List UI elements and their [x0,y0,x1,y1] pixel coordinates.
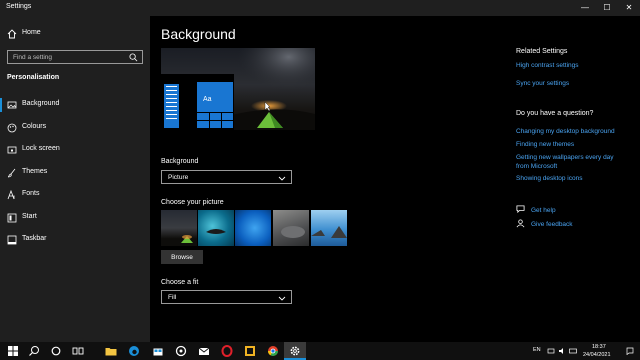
sidebar-item-colours[interactable]: Colours [0,118,150,138]
fit-dropdown-value: Fill [168,294,177,301]
minimize-button[interactable]: — [574,0,596,16]
start-icon [7,213,17,223]
fit-dropdown[interactable]: Fill [161,290,292,304]
background-dropdown-value: Picture [168,174,189,181]
home-icon [7,29,17,39]
app-icon[interactable] [174,344,188,358]
lock-screen-icon [7,146,17,154]
sidebar-item-label: Fonts [22,190,40,197]
palette-icon [7,123,17,133]
picture-thumbnail-coast[interactable] [311,210,347,246]
thumbnail-art [181,235,193,243]
close-button[interactable]: ✕ [618,0,640,16]
cortana-icon[interactable] [49,344,63,358]
sidebar-item-background[interactable]: Background [0,95,150,115]
preview-menu-lines [166,86,177,87]
sidebar-item-label: Lock screen [22,145,60,152]
get-help-link[interactable]: Get help [531,206,556,215]
notifications-icon[interactable] [626,347,634,355]
sidebar-item-label: Start [22,213,37,220]
taskbar: EN 18:37 24/04/2021 [0,342,640,360]
settings-window: Settings — ☐ ✕ Home Find a setting Perso… [0,0,640,342]
opera-icon[interactable] [220,344,234,358]
chevron-down-icon [278,176,286,181]
preview-tile-text: Aa [203,96,212,103]
sidebar-item-fonts[interactable]: Fonts [0,185,150,205]
preview-start-menu [164,84,179,128]
image-icon [7,101,17,109]
search-input[interactable]: Find a setting [7,50,143,64]
brush-icon [7,168,16,178]
volume-icon[interactable] [558,347,566,355]
desktop-icons-link[interactable]: Showing desktop icons [516,174,583,183]
background-label: Background [161,158,199,165]
title-bar: Settings — ☐ ✕ [0,0,640,16]
chat-help-icon [516,205,525,214]
chrome-icon[interactable] [266,344,280,358]
choose-picture-label: Choose your picture [161,199,224,206]
picture-thumbnail-milkyway[interactable] [161,210,197,246]
language-indicator[interactable]: EN [533,347,541,353]
maximize-button[interactable]: ☐ [596,0,618,16]
edge-icon[interactable] [127,344,141,358]
sidebar-item-label: Colours [22,123,47,130]
settings-icon [290,346,300,356]
network-icon[interactable] [547,347,555,355]
search-placeholder: Find a setting [13,54,53,61]
picture-thumbnail-underwater[interactable] [198,210,234,246]
sidebar-item-start[interactable]: Start [0,208,150,228]
sidebar-item-label: Taskbar [22,235,47,242]
finding-themes-link[interactable]: Finding new themes [516,140,574,149]
search-icon [129,53,138,62]
give-feedback-link[interactable]: Give feedback [531,220,573,229]
background-dropdown[interactable]: Picture [161,170,292,184]
related-settings-heading: Related Settings [516,48,568,55]
sync-settings-link[interactable]: Sync your settings [516,79,569,88]
windows-start-icon[interactable] [6,344,20,358]
fit-label: Choose a fit [161,279,199,286]
browse-button[interactable]: Browse [161,250,203,264]
thumbnail-art [311,226,347,238]
question-heading: Do you have a question? [516,110,594,117]
clock-date[interactable]: 24/04/2021 [583,352,611,358]
section-heading: Personalisation [7,74,60,81]
new-wallpapers-link[interactable]: Getting new wallpapers every day from Mi… [516,153,626,171]
taskbar-icon [7,235,17,245]
home-label: Home [22,29,41,36]
store-icon[interactable] [151,344,165,358]
search-icon[interactable] [27,344,41,358]
feedback-icon [516,219,525,228]
sidebar: Home Find a setting Personalisation Back… [0,16,150,342]
settings-taskbar-button[interactable] [284,342,306,360]
sidebar-item-label: Themes [22,168,48,175]
preview-tiles: Aa [197,82,233,128]
chevron-down-icon [278,296,286,301]
changing-background-link[interactable]: Changing my desktop background [516,127,615,136]
sidebar-item-label: Background [22,100,60,107]
mail-icon[interactable] [197,344,211,358]
thumbnail-art [206,229,226,234]
sidebar-item-themes[interactable]: Themes [0,163,150,183]
sidebar-item-taskbar[interactable]: Taskbar [0,230,150,250]
page-title: Background [161,26,236,42]
tile-divider [197,112,233,113]
sidebar-item-home[interactable]: Home [0,24,150,44]
thumbnail-art [281,226,305,238]
tile-divider [197,120,233,121]
file-explorer-icon[interactable] [104,344,118,358]
active-indicator [0,98,2,112]
task-view-icon[interactable] [71,344,85,358]
window-title: Settings [6,3,32,10]
preview-desktop-mock: Aa [161,74,234,130]
background-preview: Aa [161,48,315,130]
clock-time[interactable]: 18:37 [592,344,606,350]
photos-icon[interactable] [243,344,257,358]
picture-thumbnail-windows-light[interactable] [235,210,271,246]
font-icon [7,190,15,200]
picture-thumbnail-rocks[interactable] [273,210,309,246]
high-contrast-link[interactable]: High contrast settings [516,61,579,70]
sidebar-item-lock-screen[interactable]: Lock screen [0,140,150,160]
keyboard-icon[interactable] [569,347,577,355]
